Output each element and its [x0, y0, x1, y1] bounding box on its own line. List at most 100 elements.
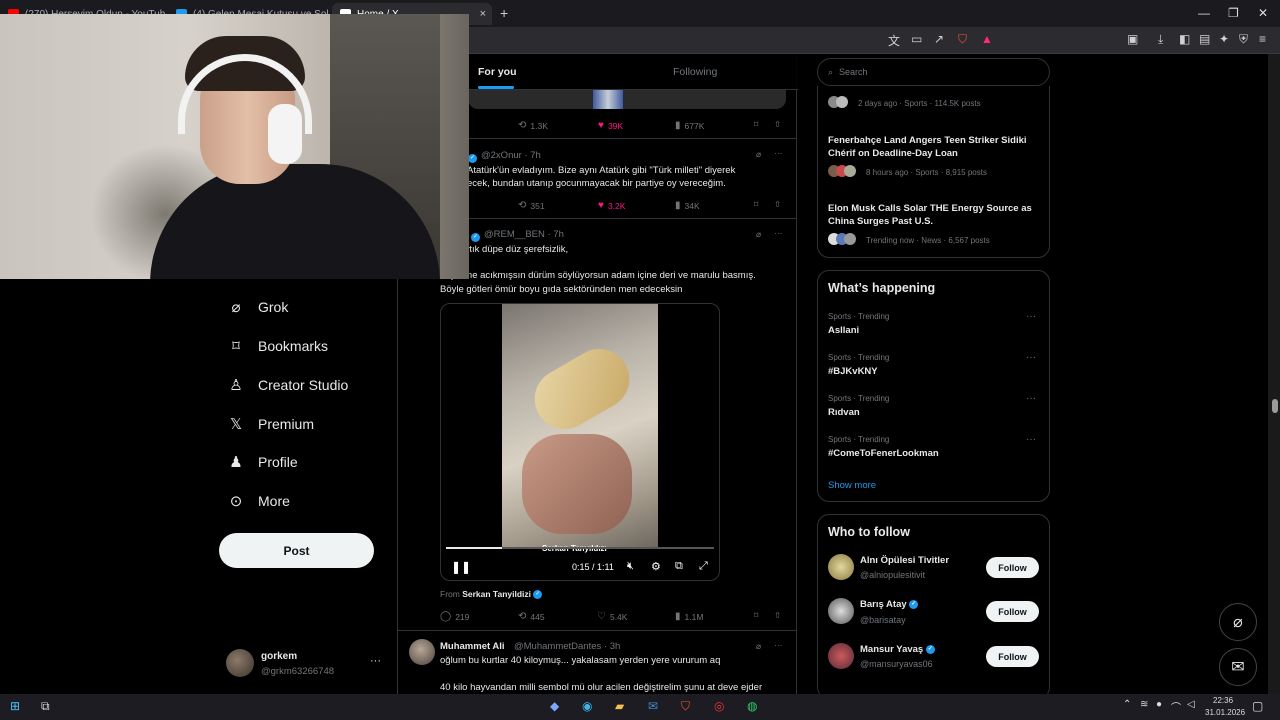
volume-icon[interactable]: ◁ — [1187, 699, 1195, 710]
repost-button[interactable]: ⟲ 1.3K — [518, 120, 548, 131]
trend-more-icon[interactable]: ··· — [1026, 434, 1036, 445]
clock-time[interactable]: 22:36 — [1213, 696, 1233, 705]
tweet-image[interactable] — [468, 90, 786, 109]
whatsapp-icon[interactable]: ◍ — [747, 699, 757, 713]
pause-icon[interactable]: ❚❚ — [451, 560, 471, 574]
nav-grok[interactable]: ⌀ Grok — [228, 298, 288, 316]
user-name[interactable]: Mansur Yavaş ✓ — [860, 644, 935, 655]
minimize-icon[interactable]: — — [1198, 6, 1210, 20]
post-button[interactable]: Post — [219, 533, 374, 568]
video-player[interactable]: Serkan Tanyıldızı ❚❚ 0:15 / 1:11 🔇︎ ⚙ ⧉ … — [440, 303, 720, 581]
translate-icon[interactable]: 文 — [888, 32, 900, 49]
network-icon[interactable]: ≋ — [1140, 699, 1148, 710]
avatar[interactable] — [828, 643, 854, 669]
more-icon[interactable]: ··· — [774, 228, 783, 238]
mute-icon[interactable]: 🔇︎ — [627, 560, 634, 573]
bookmark-icon[interactable]: ⌑ — [754, 610, 758, 621]
video-progress-track[interactable] — [446, 547, 714, 549]
user-name[interactable]: Alnı Öpülesi Tivitler — [860, 555, 949, 566]
tweet-handle[interactable]: @2xOnur · 7h — [481, 150, 541, 161]
avatar[interactable] — [409, 639, 435, 665]
bookmark-icon[interactable]: ⌑ — [754, 119, 758, 130]
views-button[interactable]: ▮ 677K — [675, 120, 704, 131]
reply-button[interactable]: ◯ 219 — [440, 611, 469, 622]
views-button[interactable]: ▮ 1.1M — [675, 611, 703, 622]
scroll-thumb[interactable] — [1272, 399, 1278, 413]
like-button[interactable]: ♥ 39K — [598, 120, 623, 131]
picture-in-picture-icon[interactable]: ⧉ — [675, 560, 683, 573]
grok-icon[interactable]: ⌀ — [756, 229, 761, 240]
repost-button[interactable]: ⟲ 351 — [518, 200, 545, 211]
cast-icon[interactable]: ▭ — [911, 32, 922, 46]
close-window-icon[interactable]: ✕ — [1258, 6, 1268, 20]
task-view-icon[interactable]: ⧉ — [41, 699, 50, 714]
nav-creator-studio[interactable]: ♙ Creator Studio — [228, 376, 348, 394]
vpn-icon[interactable]: ⛨ — [1239, 32, 1248, 47]
bookmark-icon[interactable]: ⌑ — [754, 199, 758, 210]
nav-profile[interactable]: ♟ Profile — [228, 453, 297, 471]
repost-button[interactable]: ⟲ 445 — [518, 611, 545, 622]
file-explorer-icon[interactable]: ▰ — [615, 699, 624, 713]
tweet-handle[interactable]: @MuhammetDantes · 3h — [514, 641, 620, 652]
follow-button[interactable]: Follow — [986, 601, 1039, 622]
windows-start-icon[interactable]: ⊞ — [10, 699, 20, 713]
news-title[interactable]: Elon Musk Calls Solar THE Energy Source … — [828, 202, 1043, 228]
share-icon[interactable]: ⇧ — [774, 119, 781, 130]
trend-more-icon[interactable]: ··· — [1026, 352, 1036, 363]
more-icon[interactable]: ··· — [774, 148, 783, 158]
wallet-icon[interactable]: ▤ — [1199, 32, 1210, 46]
leo-ai-icon[interactable]: ✦ — [1219, 32, 1229, 46]
avatar[interactable] — [828, 598, 854, 624]
edge-icon[interactable]: ◉ — [582, 699, 592, 713]
views-button[interactable]: ▮ 34K — [675, 200, 700, 211]
tray-expand-icon[interactable]: ⌃ — [1123, 699, 1131, 710]
brave-icon[interactable]: ⛉ — [681, 699, 690, 714]
restore-icon[interactable]: ❐ — [1228, 6, 1239, 20]
recorder-icon[interactable]: ◎ — [714, 699, 724, 713]
trend-name[interactable]: Asllani — [828, 324, 859, 337]
settings-icon[interactable]: ⚙ — [651, 560, 661, 573]
mail-icon[interactable]: ✉ — [648, 699, 658, 713]
user-name[interactable]: Barış Atay ✓ — [860, 599, 919, 610]
share-icon[interactable]: ⇧ — [774, 610, 781, 621]
brave-rewards-icon[interactable]: ▲ — [981, 32, 993, 46]
trend-more-icon[interactable]: ··· — [1026, 393, 1036, 404]
from-name[interactable]: Serkan Tanyildizi — [462, 589, 531, 599]
tweet-handle[interactable]: @REM__BEN · 7h — [484, 229, 564, 240]
nav-more[interactable]: ⊙ More — [228, 492, 290, 510]
trend-name[interactable]: #ComeToFenerLookman — [828, 447, 939, 460]
fullscreen-icon[interactable]: ⤢ — [699, 560, 708, 573]
new-tab-button[interactable]: + — [500, 5, 508, 21]
show-more-link[interactable]: Show more — [828, 480, 876, 491]
account-avatar[interactable] — [226, 649, 254, 677]
grok-floating-icon[interactable]: ⌀ — [1219, 603, 1257, 641]
sidebar-toggle-icon[interactable]: ◧ — [1179, 32, 1190, 46]
search-input[interactable]: ⌕ Search — [817, 58, 1050, 86]
close-tab-icon[interactable]: × — [480, 8, 486, 20]
trend-name[interactable]: Rıdvan — [828, 406, 860, 419]
brave-shield-icon[interactable]: ⛉ — [958, 32, 967, 47]
tweet-author-name[interactable]: Muhammet Ali — [440, 641, 505, 652]
copilot-icon[interactable]: ◆ — [550, 699, 559, 713]
messages-floating-icon[interactable]: ✉ — [1219, 648, 1257, 686]
notifications-icon[interactable]: ▢ — [1252, 699, 1263, 713]
download-icon[interactable]: ⤓ — [1158, 32, 1163, 47]
tab-following[interactable]: Following — [673, 66, 717, 78]
share-icon[interactable]: ↗ — [934, 32, 944, 46]
wifi-icon[interactable]: ⌒ — [1171, 699, 1181, 714]
tab-for-you[interactable]: For you — [478, 66, 517, 78]
sidebar-panel-icon[interactable]: ▣ — [1127, 32, 1138, 46]
avatar[interactable] — [828, 554, 854, 580]
nav-bookmarks[interactable]: ⌑ Bookmarks — [228, 337, 328, 355]
more-icon[interactable]: ··· — [774, 640, 783, 650]
microphone-icon[interactable]: ● — [1156, 699, 1162, 710]
menu-icon[interactable]: ≡ — [1259, 32, 1266, 46]
clock-date[interactable]: 31.01.2026 — [1205, 708, 1245, 717]
follow-button[interactable]: Follow — [986, 646, 1039, 667]
grok-icon[interactable]: ⌀ — [756, 149, 761, 160]
follow-button[interactable]: Follow — [986, 557, 1039, 578]
news-title[interactable]: Fenerbahçe Land Angers Teen Striker Sidi… — [828, 134, 1038, 160]
share-icon[interactable]: ⇧ — [774, 199, 781, 210]
page-scrollbar[interactable] — [1268, 54, 1280, 694]
like-button[interactable]: ♡ 5.4K — [597, 611, 627, 622]
